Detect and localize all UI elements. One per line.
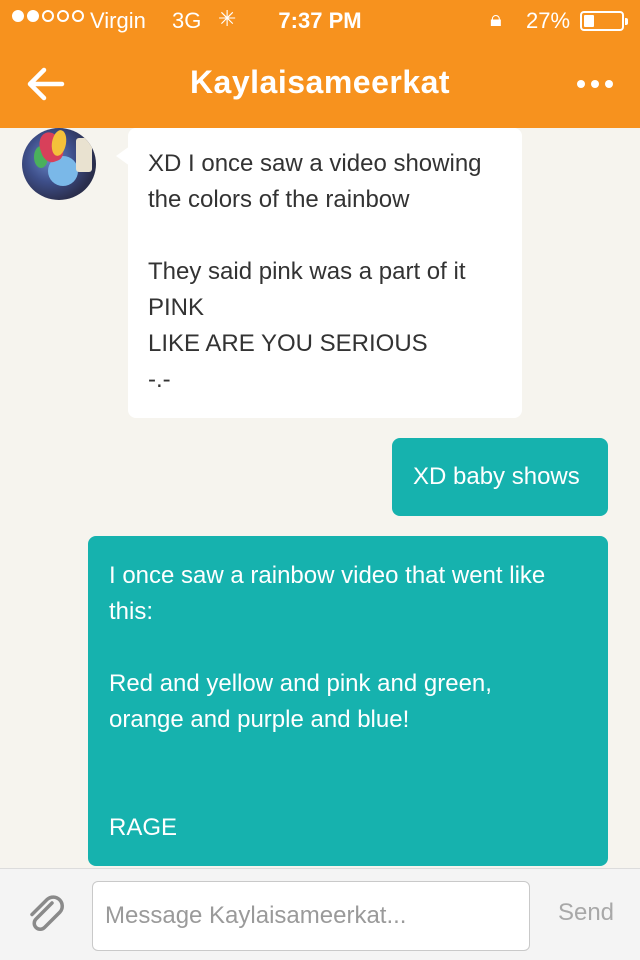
outgoing-message[interactable]: I once saw a rainbow video that went lik… (88, 536, 608, 866)
outgoing-message[interactable]: XD baby shows (392, 438, 608, 516)
chat-header: Kaylaisameerkat (0, 40, 640, 128)
more-options-button[interactable] (570, 64, 620, 104)
attach-button[interactable] (22, 891, 70, 939)
message-composer: Send (0, 868, 640, 960)
message-input[interactable] (92, 881, 530, 951)
paperclip-icon (30, 895, 64, 931)
status-bar: Virgin 3G ✳ 7:37 PM 🔒︎ 27% (0, 0, 640, 40)
conversation-title: Kaylaisameerkat (189, 64, 451, 100)
battery-percent: 27% (526, 8, 571, 33)
rotation-lock-icon: 🔒︎ (490, 6, 502, 31)
incoming-message[interactable]: XD I once saw a video showing the colors… (128, 128, 522, 418)
send-button[interactable]: Send (546, 899, 626, 927)
more-options-icon (577, 80, 585, 88)
message-list[interactable]: XD I once saw a video showing the colors… (0, 128, 640, 868)
contact-avatar[interactable] (22, 128, 96, 200)
battery-icon (580, 11, 628, 31)
